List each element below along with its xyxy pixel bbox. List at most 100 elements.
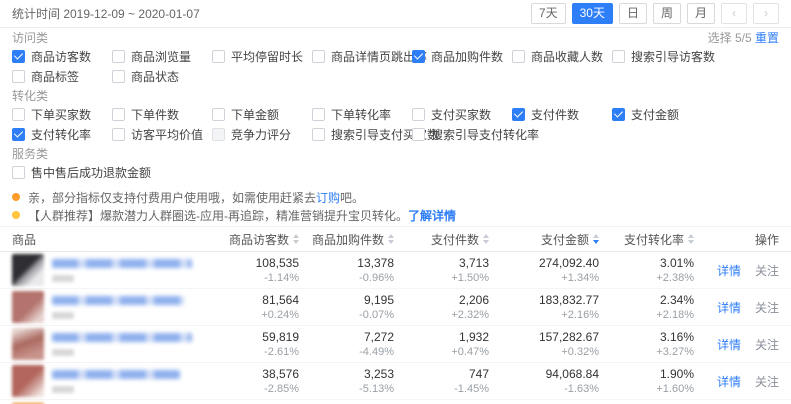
range-30d-button[interactable]: 30天 bbox=[572, 3, 613, 24]
follow-link[interactable]: 关注 bbox=[755, 299, 779, 316]
col-pay-items[interactable]: 支付件数 bbox=[394, 231, 489, 248]
checkbox-label: 商品收藏人数 bbox=[531, 48, 603, 65]
pay-amount-cell: 183,832.77+2.16% bbox=[489, 293, 599, 321]
checkbox-product-visitors[interactable]: 商品访客数 bbox=[12, 49, 112, 64]
delta: +0.47% bbox=[451, 346, 489, 358]
value: 2.34% bbox=[660, 293, 694, 307]
product-thumbnail[interactable] bbox=[12, 328, 44, 360]
checkbox-order-buyers[interactable]: 下单买家数 bbox=[12, 107, 112, 122]
checkbox-pay-buyers[interactable]: 支付买家数 bbox=[412, 107, 512, 122]
checkbox-label: 搜索引导支付转化率 bbox=[431, 126, 539, 143]
delta: +2.16% bbox=[561, 309, 599, 321]
product-title-blurred[interactable] bbox=[52, 296, 184, 305]
delta: -1.45% bbox=[454, 383, 489, 395]
checkbox-order-conv-rate[interactable]: 下单转化率 bbox=[312, 107, 412, 122]
range-week-button[interactable]: 周 bbox=[653, 3, 681, 24]
range-day-button[interactable]: 日 bbox=[619, 3, 647, 24]
prev-arrow-icon[interactable]: ‹ bbox=[721, 3, 747, 24]
checkbox-pay-items[interactable]: 支付件数 bbox=[512, 107, 612, 122]
value: 3,253 bbox=[364, 367, 394, 381]
product-title-blurred[interactable] bbox=[52, 370, 180, 379]
checkbox-label: 商品状态 bbox=[131, 68, 179, 85]
value: 9,195 bbox=[364, 293, 394, 307]
range-7d-button[interactable]: 7天 bbox=[531, 3, 566, 24]
checkbox-page-views[interactable]: 商品浏览量 bbox=[112, 49, 212, 64]
product-thumbnail[interactable] bbox=[12, 291, 44, 323]
detail-link[interactable]: 详情 bbox=[717, 336, 741, 353]
checkbox-icon bbox=[12, 108, 25, 121]
pay-amount-cell: 157,282.67+0.32% bbox=[489, 330, 599, 358]
product-cell bbox=[12, 365, 199, 397]
checkbox-pay-amount[interactable]: 支付金额 bbox=[612, 107, 712, 122]
product-meta bbox=[52, 370, 180, 393]
checkbox-order-items[interactable]: 下单件数 bbox=[112, 107, 212, 122]
delta: -0.07% bbox=[359, 309, 394, 321]
checkbox-icon bbox=[312, 108, 325, 121]
follow-link[interactable]: 关注 bbox=[755, 336, 779, 353]
next-arrow-icon[interactable]: › bbox=[753, 3, 779, 24]
delta: -2.61% bbox=[264, 346, 299, 358]
delta: -0.96% bbox=[359, 272, 394, 284]
checkbox-avg-stay-duration[interactable]: 平均停留时长 bbox=[212, 49, 312, 64]
checkbox-product-status[interactable]: 商品状态 bbox=[112, 69, 212, 84]
detail-link[interactable]: 详情 bbox=[717, 299, 741, 316]
checkbox-refund-amount[interactable]: 售中售后成功退款金额 bbox=[12, 165, 112, 180]
product-meta bbox=[52, 296, 184, 319]
follow-link[interactable]: 关注 bbox=[755, 373, 779, 390]
action-cell: 详情关注 bbox=[694, 262, 779, 279]
value: 3.01% bbox=[660, 256, 694, 270]
product-table: 商品 商品访客数 商品加购件数 支付件数 支付金额 支付转化率 操作 108,5… bbox=[0, 226, 791, 404]
col-visitors[interactable]: 商品访客数 bbox=[199, 231, 299, 248]
checkbox-search-guided-visitors[interactable]: 搜索引导访客数 bbox=[612, 49, 712, 64]
detail-link[interactable]: 详情 bbox=[717, 262, 741, 279]
checkbox-order-amount[interactable]: 下单金额 bbox=[212, 107, 312, 122]
date-range-group: 7天 30天 日 周 月 ‹ › bbox=[525, 3, 779, 24]
checkbox-search-pay-conv-rate[interactable]: 搜索引导支付转化率 bbox=[412, 127, 512, 142]
product-subtext-blurred bbox=[52, 275, 74, 282]
checkbox-cart-items[interactable]: 商品加购件数 bbox=[412, 49, 512, 64]
pay-items-cell: 747 -1.45% bbox=[394, 367, 489, 395]
checkbox-icon bbox=[12, 70, 25, 83]
col-conv-rate[interactable]: 支付转化率 bbox=[599, 231, 694, 248]
checkbox-label: 访客平均价值 bbox=[131, 126, 203, 143]
metric-filters: 访问类 选择 5/5 重置 商品访客数 商品浏览量 平均停留时长 商品详情页跳出… bbox=[0, 28, 791, 180]
service-checkbox-grid: 售中售后成功退款金额 bbox=[12, 165, 779, 180]
action-cell: 详情关注 bbox=[694, 299, 779, 316]
product-title-blurred[interactable] bbox=[52, 259, 192, 268]
detail-link[interactable]: 详情 bbox=[717, 373, 741, 390]
product-cell bbox=[12, 328, 199, 360]
value: 747 bbox=[469, 367, 489, 381]
checkbox-search-pay-buyers[interactable]: 搜索引导支付买家数 bbox=[312, 127, 412, 142]
pay-amount-cell: 274,092.40+1.34% bbox=[489, 256, 599, 284]
product-meta bbox=[52, 259, 192, 282]
pay-items-cell: 2,206+2.32% bbox=[394, 293, 489, 321]
product-thumbnail[interactable] bbox=[12, 365, 44, 397]
notice-text: 亲，部分指标仅支持付费用户使用哦，如需使用赶紧去 bbox=[28, 189, 316, 206]
visitors-cell: 59,819-2.61% bbox=[199, 330, 299, 358]
delta: +2.18% bbox=[656, 309, 694, 321]
product-title-blurred[interactable] bbox=[52, 333, 192, 342]
range-month-button[interactable]: 月 bbox=[687, 3, 715, 24]
stat-time-label: 统计时间 2019-12-09 ~ 2020-01-07 bbox=[12, 5, 200, 22]
checkbox-favorites-count[interactable]: 商品收藏人数 bbox=[512, 49, 612, 64]
subscribe-link[interactable]: 订购 bbox=[316, 189, 340, 206]
table-row-partial bbox=[0, 400, 791, 404]
checkbox-icon bbox=[112, 70, 125, 83]
checkbox-label: 支付转化率 bbox=[31, 126, 91, 143]
checkbox-product-tags[interactable]: 商品标签 bbox=[12, 69, 112, 84]
follow-link[interactable]: 关注 bbox=[755, 262, 779, 279]
product-subtext-blurred bbox=[52, 386, 74, 393]
paid-feature-notice: 亲，部分指标仅支持付费用户使用哦，如需使用赶紧去 订购吧。 bbox=[12, 188, 779, 206]
checkbox-detail-bounce-rate[interactable]: 商品详情页跳出率 bbox=[312, 49, 412, 64]
checkbox-visitor-avg-value[interactable]: 访客平均价值 bbox=[112, 127, 212, 142]
checkbox-pay-conv-rate[interactable]: 支付转化率 bbox=[12, 127, 112, 142]
reset-link[interactable]: 重置 bbox=[755, 31, 779, 45]
checkbox-competitiveness-score[interactable]: 竞争力评分 bbox=[212, 127, 312, 142]
learn-more-link[interactable]: 了解详情 bbox=[408, 207, 456, 224]
visitors-cell: 81,564+0.24% bbox=[199, 293, 299, 321]
service-group-header: 服务类 bbox=[12, 148, 779, 161]
col-pay-amount[interactable]: 支付金额 bbox=[489, 231, 599, 248]
product-thumbnail[interactable] bbox=[12, 254, 44, 286]
value: 3,713 bbox=[459, 256, 489, 270]
col-cart-items[interactable]: 商品加购件数 bbox=[299, 231, 394, 248]
